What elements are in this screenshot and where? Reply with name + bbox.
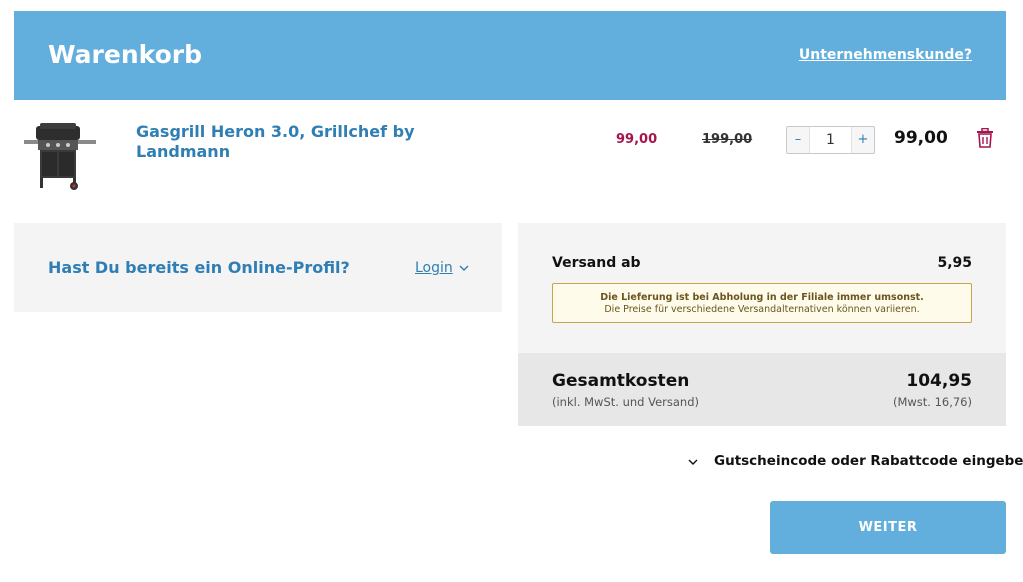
page-title: Warenkorb [48,40,202,69]
total-box: Gesamtkosten (inkl. MwSt. und Versand) 1… [518,353,1006,426]
qty-increase-button[interactable]: + [852,127,874,153]
login-link[interactable]: Login [415,260,453,276]
cart-header: Warenkorb Unternehmenskunde? [14,11,1006,100]
shipping-notice-line1: Die Lieferung ist bei Abholung in der Fi… [600,292,924,303]
shipping-box: Versand ab 5,95 Die Lieferung ist bei Ab… [518,223,1006,353]
sale-price: 99,00 [616,132,658,147]
login-box: Hast Du bereits ein Online-Profil? Login [14,223,502,312]
total-label: Gesamtkosten [552,371,690,391]
cart-item-row: Gasgrill Heron 3.0, Grillchef by Landman… [14,112,1006,196]
next-button[interactable]: WEITER [770,501,1006,554]
total-sublabel: (inkl. MwSt. und Versand) [552,395,700,409]
total-amount: 104,95 [906,371,972,391]
business-customer-link[interactable]: Unternehmenskunde? [799,47,972,63]
quantity-stepper: – 1 + [786,126,875,154]
chevron-down-icon[interactable] [459,263,469,273]
shipping-amount: 5,95 [937,255,972,271]
shipping-label: Versand ab [552,255,641,271]
original-price: 199,00 [702,132,753,147]
voucher-label: Gutscheincode oder Rabattcode eingeben [714,453,1023,469]
product-name-link[interactable]: Gasgrill Heron 3.0, Grillchef by Landman… [136,122,426,162]
trash-icon[interactable] [976,128,994,148]
total-tax: (Mwst. 16,76) [892,395,972,409]
shipping-notice: Die Lieferung ist bei Abholung in der Fi… [552,283,972,323]
chevron-down-icon [688,459,698,465]
voucher-toggle[interactable]: Gutscheincode oder Rabattcode eingeben [688,452,1023,472]
qty-decrease-button[interactable]: – [787,127,809,153]
qty-input[interactable]: 1 [809,127,852,153]
shipping-notice-line2: Die Preise für verschiedene Versandalter… [604,304,920,315]
gas-grill-image[interactable] [24,118,98,192]
line-total: 99,00 [894,128,948,148]
online-profile-question: Hast Du bereits ein Online-Profil? [48,258,350,277]
